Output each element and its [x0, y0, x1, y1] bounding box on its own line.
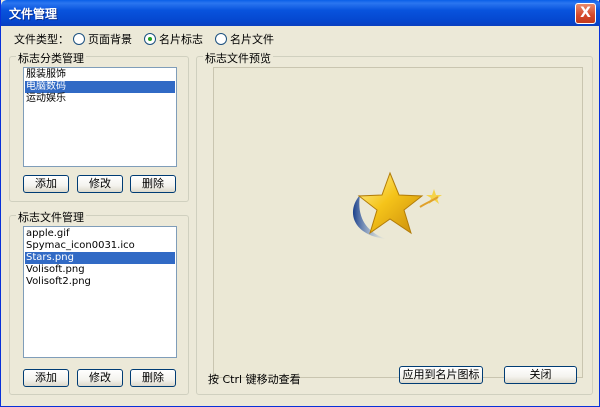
file-list[interactable]: apple.gif Spymac_icon0031.ico Stars.png … — [23, 226, 177, 358]
radio-label: 页面背景 — [88, 33, 132, 46]
category-add-button[interactable]: 添加 — [23, 175, 69, 193]
radio-page-background[interactable]: 页面背景 — [73, 31, 132, 47]
list-item[interactable]: Spymac_icon0031.ico — [25, 240, 175, 252]
category-edit-button[interactable]: 修改 — [77, 175, 123, 193]
file-groupbox: 标志文件管理 apple.gif Spymac_icon0031.ico Sta… — [9, 209, 189, 395]
close-window-button[interactable]: X — [575, 3, 596, 24]
window-title: 文件管理 — [9, 7, 58, 21]
list-item[interactable]: Volisoft2.png — [25, 276, 175, 288]
radio-button[interactable] — [215, 33, 227, 45]
file-delete-button[interactable]: 删除 — [130, 369, 176, 387]
list-item-selected[interactable]: 电脑数码 — [25, 81, 175, 93]
list-item[interactable]: 服装服饰 — [25, 69, 175, 81]
file-type-row: 文件类型： 页面背景 名片标志 名片文件 — [14, 31, 286, 47]
category-groupbox: 标志分类管理 服装服饰 电脑数码 运动娱乐 添加 修改 删除 — [9, 50, 189, 202]
list-item-selected[interactable]: Stars.png — [25, 252, 175, 264]
preview-area[interactable] — [213, 67, 583, 378]
list-item[interactable]: 运动娱乐 — [25, 93, 175, 105]
list-item[interactable]: apple.gif — [25, 228, 175, 240]
file-add-button[interactable]: 添加 — [23, 369, 69, 387]
close-button[interactable]: 关闭 — [504, 366, 577, 384]
radio-button[interactable] — [73, 33, 85, 45]
preview-group-title: 标志文件预览 — [203, 50, 273, 66]
file-type-label: 文件类型： — [14, 33, 69, 46]
radio-label: 名片文件 — [230, 33, 274, 46]
star-logo-icon — [352, 171, 442, 239]
radio-label: 名片标志 — [159, 33, 203, 46]
ctrl-hint-text: 按 Ctrl 键移动查看 — [208, 373, 301, 386]
category-delete-button[interactable]: 删除 — [130, 175, 176, 193]
list-item[interactable]: Volisoft.png — [25, 264, 175, 276]
file-manager-window: 文件管理 X 文件类型： 页面背景 名片标志 名片文件 标志分类管理 服装服饰 … — [0, 0, 600, 407]
category-group-title: 标志分类管理 — [16, 50, 86, 66]
radio-card-file[interactable]: 名片文件 — [215, 31, 274, 47]
apply-to-card-icon-button[interactable]: 应用到名片图标 — [399, 366, 483, 384]
category-list[interactable]: 服装服饰 电脑数码 运动娱乐 — [23, 67, 177, 167]
radio-card-logo[interactable]: 名片标志 — [144, 31, 203, 47]
dialog-content: 文件类型： 页面背景 名片标志 名片文件 标志分类管理 服装服饰 电脑数码 运动… — [4, 26, 598, 404]
radio-button-selected[interactable] — [144, 33, 156, 45]
title-bar[interactable]: 文件管理 X — [1, 0, 600, 26]
close-icon: X — [580, 5, 591, 21]
file-group-title: 标志文件管理 — [16, 209, 86, 225]
file-edit-button[interactable]: 修改 — [77, 369, 123, 387]
